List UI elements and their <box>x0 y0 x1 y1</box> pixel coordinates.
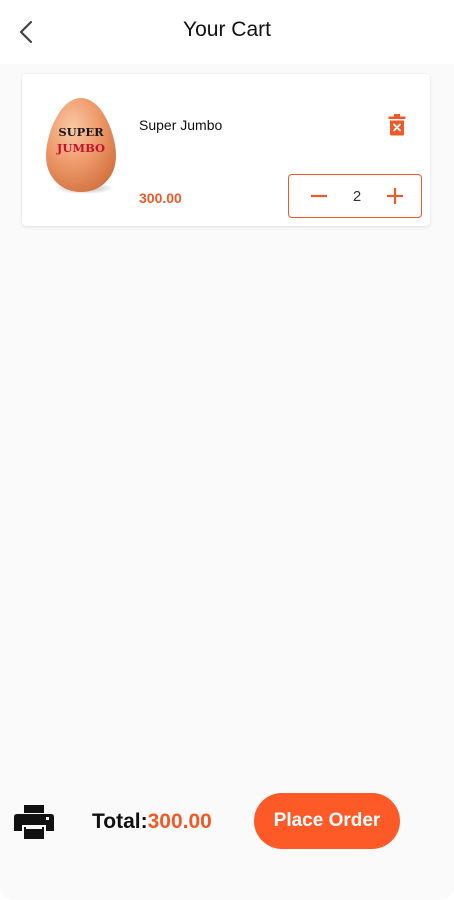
product-name: Super Jumbo <box>139 117 223 133</box>
quantity-stepper: 2 <box>288 174 422 218</box>
cart-screen: Your Cart SUPER JUMBO Super Jumbo 300.00… <box>0 0 454 900</box>
product-price: 300.00 <box>139 190 182 206</box>
cart-item-card: SUPER JUMBO Super Jumbo 300.00 2 <box>22 74 430 226</box>
total-label: Total: <box>92 810 148 833</box>
place-order-button[interactable]: Place Order <box>254 793 400 849</box>
printer-icon <box>14 805 54 839</box>
order-total: Total:300.00 <box>92 810 212 834</box>
quantity-value: 2 <box>352 187 362 205</box>
trash-icon <box>388 114 406 136</box>
svg-text:JUMBO: JUMBO <box>56 141 105 155</box>
delete-item-button[interactable] <box>384 112 410 138</box>
increment-button[interactable] <box>383 184 407 208</box>
svg-text:SUPER: SUPER <box>58 125 104 139</box>
print-button[interactable] <box>14 804 54 840</box>
decrement-button[interactable] <box>307 184 331 208</box>
minus-icon <box>311 194 327 198</box>
product-image: SUPER JUMBO <box>42 94 120 198</box>
total-value: 300.00 <box>147 810 212 833</box>
plus-icon <box>387 188 403 204</box>
app-header: Your Cart <box>0 0 454 64</box>
page-title: Your Cart <box>183 18 271 41</box>
